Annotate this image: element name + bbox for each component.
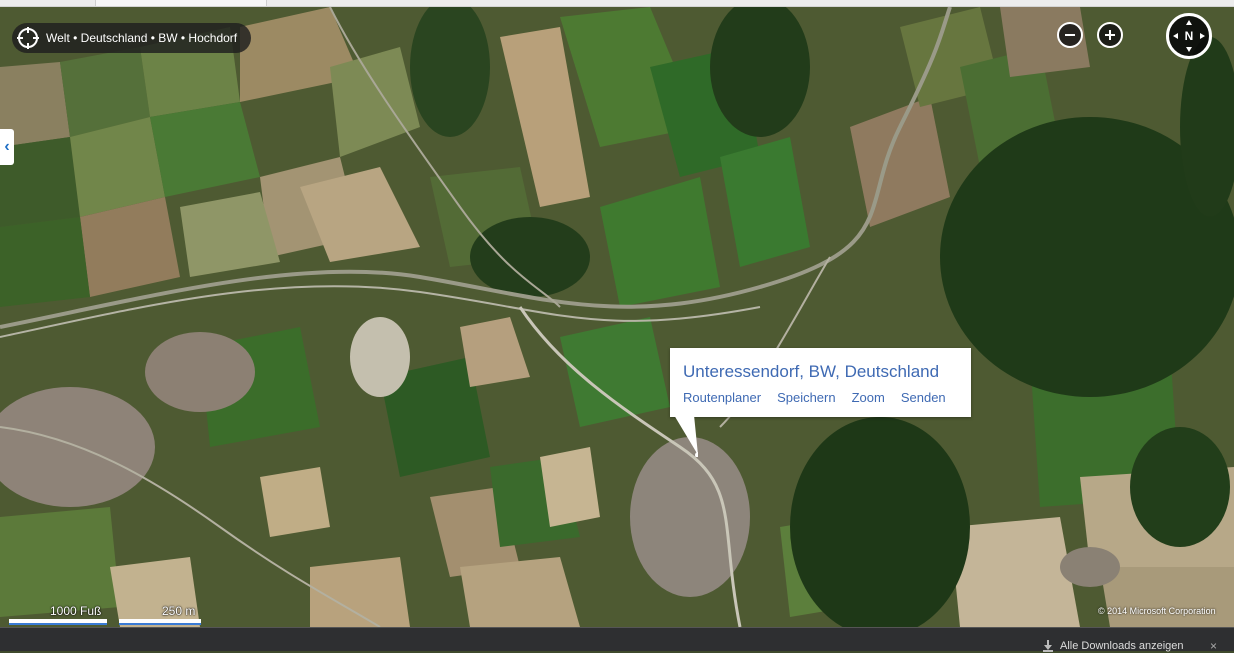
- aerial-map[interactable]: ‹ Welt • Deutschland • BW • Hochdorf N U…: [0, 7, 1234, 627]
- zoom-link[interactable]: Zoom: [852, 390, 885, 405]
- download-bar: Alle Downloads anzeigen ×: [0, 627, 1234, 653]
- close-icon[interactable]: ×: [1210, 639, 1217, 653]
- location-title: Unteressendorf, BW, Deutschland: [683, 362, 940, 381]
- download-icon: [1043, 640, 1053, 652]
- route-planner-link[interactable]: Routenplaner: [683, 390, 761, 405]
- chevron-left-icon: ‹: [4, 138, 10, 155]
- breadcrumb-text[interactable]: Welt • Deutschland • BW • Hochdorf: [46, 31, 237, 45]
- location-popup: Unteressendorf, BW, Deutschland Routenpl…: [670, 348, 971, 417]
- aerial-imagery: [0, 7, 1234, 627]
- scale-imperial-bar: [9, 619, 107, 625]
- plus-icon: [1105, 30, 1115, 40]
- locate-target-icon[interactable]: [16, 26, 40, 50]
- show-all-downloads-link[interactable]: Alle Downloads anzeigen: [1042, 640, 1184, 652]
- zoom-in-button[interactable]: [1097, 22, 1123, 48]
- scale-metric-label: 250 m: [162, 604, 196, 618]
- copyright-notice: © 2014 Microsoft Corporation: [1098, 606, 1216, 616]
- scale-imperial-label: 1000 Fuß: [50, 604, 102, 618]
- compass-button[interactable]: N: [1166, 13, 1212, 59]
- send-link[interactable]: Senden: [901, 390, 946, 405]
- show-all-downloads-label: Alle Downloads anzeigen: [1060, 640, 1184, 652]
- compass-north-label: N: [1184, 29, 1194, 43]
- zoom-out-button[interactable]: [1057, 22, 1083, 48]
- popup-pointer: [674, 415, 698, 457]
- minus-icon: [1065, 34, 1075, 36]
- scale-metric-bar: [119, 619, 201, 625]
- sidebar-toggle[interactable]: ‹: [0, 129, 14, 165]
- browser-tab-strip: [0, 0, 1234, 7]
- save-link[interactable]: Speichern: [777, 390, 836, 405]
- browser-tab[interactable]: [95, 0, 267, 6]
- popup-actions: Routenplaner Speichern Zoom Senden: [683, 390, 946, 405]
- breadcrumb[interactable]: Welt • Deutschland • BW • Hochdorf: [12, 23, 252, 53]
